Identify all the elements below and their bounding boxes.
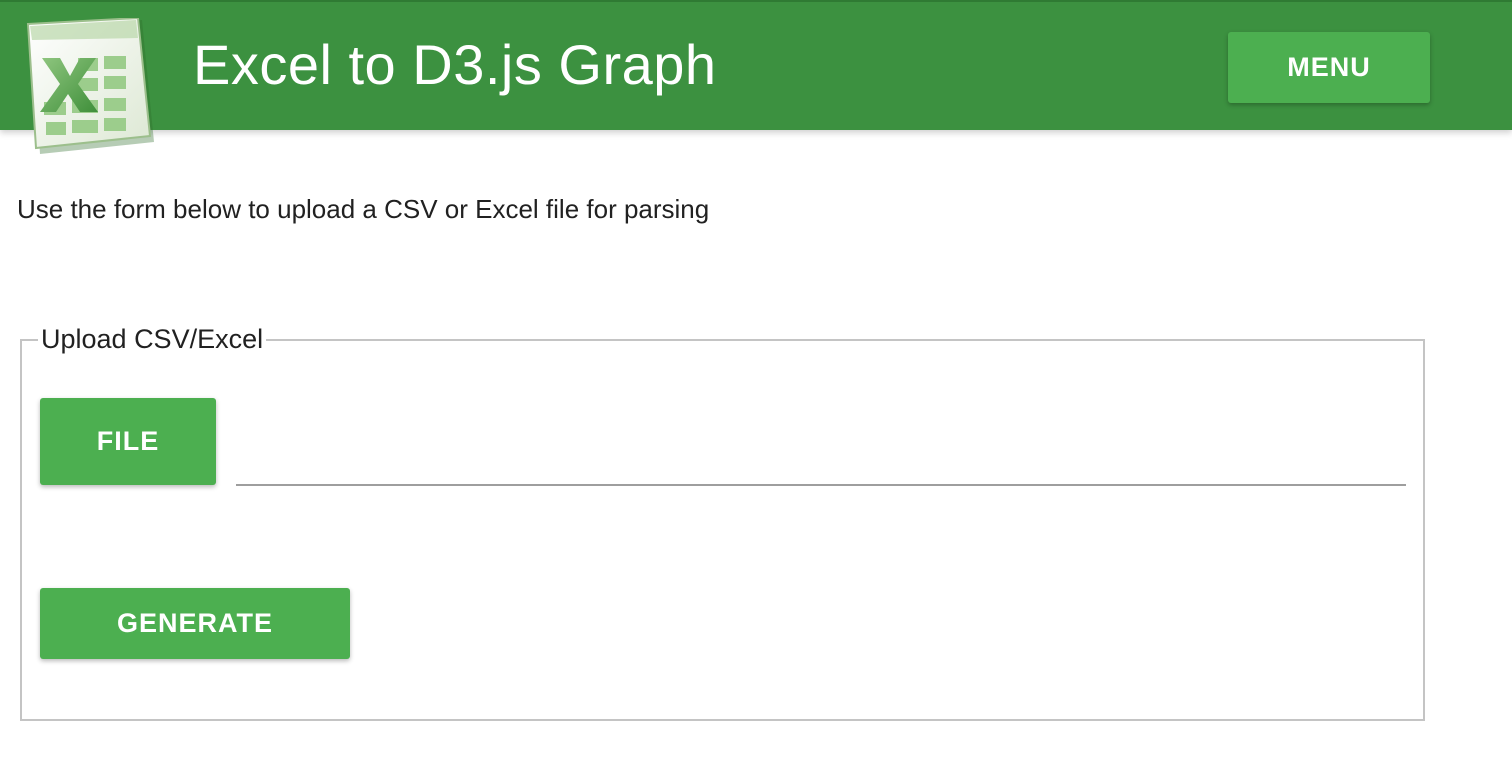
file-path-input[interactable]	[236, 430, 1406, 486]
generate-button[interactable]: GENERATE	[40, 588, 350, 659]
menu-button[interactable]: MENU	[1228, 32, 1430, 103]
app-header: Excel to D3.js Graph MENU	[0, 0, 1512, 154]
intro-text: Use the form below to upload a CSV or Ex…	[17, 194, 710, 224]
app-title: Excel to D3.js Graph	[193, 33, 717, 96]
upload-form-legend: Upload CSV/Excel	[38, 322, 267, 356]
excel-logo-icon	[18, 16, 158, 158]
file-select-button[interactable]: FILE	[40, 398, 216, 485]
upload-form-fieldset	[20, 339, 1425, 721]
